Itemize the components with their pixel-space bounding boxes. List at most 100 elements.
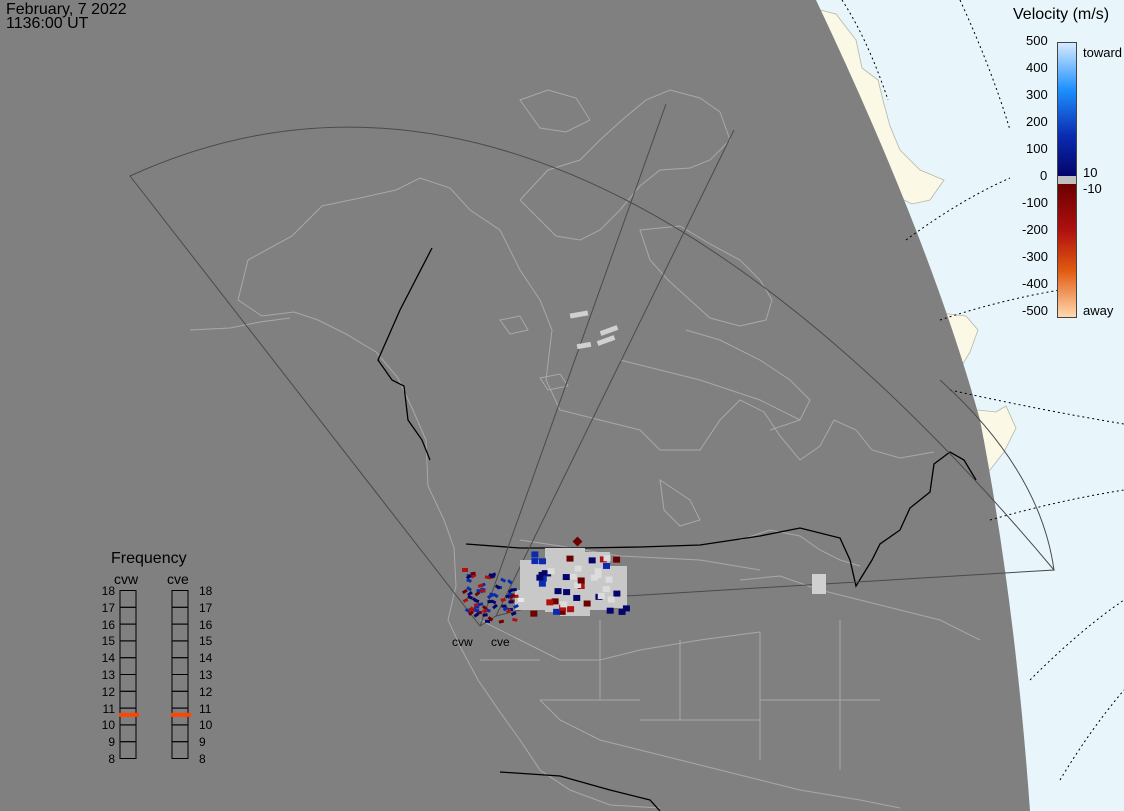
scatter-cell [603,555,611,562]
frequency-cell [171,657,189,675]
frequency-scale-label: 10 [199,718,213,733]
frequency-scale-label: 8 [199,752,206,766]
frequency-cell [171,674,189,692]
frequency-scale-label: 8 [108,752,115,766]
velocity-tick-minus-500: -500 [1022,303,1049,318]
velocity-tick-minus-400: -400 [1022,276,1049,291]
scatter-cell [490,574,496,578]
frequency-radar-label-cve: cve [167,571,189,587]
frequency-cell [119,590,137,608]
colorbar-away [1058,184,1076,317]
frequency-cell [119,623,137,642]
velocity-tick-minus-300: -300 [1022,249,1049,264]
frequency-scale-label: 13 [101,668,115,682]
frequency-scale-label: 18 [101,584,115,598]
frequency-cell [171,606,189,625]
scatter-cell [562,574,570,581]
scatter-cell [566,555,574,562]
scatter-cell [618,608,626,615]
scatter-cell [508,600,514,604]
velocity-tick-200: 200 [1026,114,1048,129]
frequency-title: Frequency [111,550,187,567]
scatter-cell [597,592,605,599]
time-title: 1136:00 UT [6,15,89,32]
scatter-cell [560,601,568,608]
scatter-cell [531,551,539,558]
frequency-cell [119,657,137,675]
velocity-tick-minus-200: -200 [1022,222,1049,237]
scatter-cell [606,607,614,614]
frequency-bar-cvw [119,590,139,759]
scatter-cell [588,557,596,564]
scatter-cell [531,558,539,565]
frequency-scale-label: 11 [199,701,212,716]
frequency-scale-label: 17 [101,600,115,615]
frequency-bar-cve [171,590,191,759]
scatter-cell [530,610,538,617]
map-canvas: cvw cve [0,0,1124,811]
scatter-cell [546,599,554,606]
frequency-cell [119,724,137,743]
scatter-cell [553,608,561,615]
frequency-scale-label: 15 [101,634,115,649]
scatter-cell [462,568,468,572]
velocity-tick-400: 400 [1026,60,1048,75]
scatter-cell [602,586,610,593]
colorbar-ground-scatter [1058,176,1076,184]
scatter-cell [573,594,581,601]
velocity-tick-10: 10 [1083,165,1098,180]
scatter-cell [607,596,615,603]
scatter-cell [554,588,562,595]
scatter-cell [594,568,602,575]
frequency-cell [119,741,137,759]
frequency-scale-label: 18 [199,584,213,598]
scatter-cell [613,590,621,597]
radar-site-label-cvw: cvw [452,635,473,649]
scatter-cell [482,613,488,617]
frequency-marker-cve [171,712,191,717]
scatter-cell [577,577,585,584]
frequency-scale-label: 10 [101,718,115,733]
frequency-radar-label-cvw: cvw [114,571,139,587]
velocity-tick-0: 0 [1040,168,1048,183]
scatter-cell [812,574,826,594]
frequency-scale-label: 14 [199,651,213,666]
scatter-cell [590,574,598,581]
scatter-cell [536,574,544,581]
frequency-scale-label: 13 [199,668,213,682]
scatter-cell [602,562,610,569]
scatter-cell [574,565,582,572]
scatter-cell [605,576,613,583]
frequency-cell [171,724,189,743]
velocity-tick-minus-10: -10 [1083,181,1102,196]
velocity-toward-label: toward [1083,45,1123,60]
frequency-scale-label: 15 [199,634,213,649]
velocity-legend-title: Velocity (m/s) [1013,6,1110,23]
velocity-colorbar [1057,42,1077,318]
frequency-scale-label: 17 [199,600,213,615]
frequency-cell [119,640,137,659]
frequency-scale-label: 9 [108,735,115,750]
frequency-cell [171,623,189,642]
scatter-cell [583,600,591,607]
scatter-cell [482,609,488,613]
scatter-cell [613,556,621,563]
frequency-cell [119,606,137,625]
frequency-cell [171,741,189,759]
scatter-cell [563,589,571,596]
frequency-marker-cvw [119,712,139,717]
velocity-tick-300: 300 [1026,87,1048,102]
frequency-scale-label: 9 [199,735,206,750]
scatter-cell [485,619,491,623]
velocity-tick-100: 100 [1026,141,1048,156]
radar-site-label-cve: cve [491,635,510,649]
scatter-cell [569,573,577,580]
frequency-scale-label: 12 [199,684,213,699]
frequency-scale-label: 11 [102,701,115,716]
scatter-cell [547,568,555,575]
velocity-away-label: away [1083,303,1114,318]
scatter-cell [538,580,546,587]
frequency-cell [171,690,189,709]
scatter-cell [518,598,524,602]
frequency-cell [171,640,189,659]
